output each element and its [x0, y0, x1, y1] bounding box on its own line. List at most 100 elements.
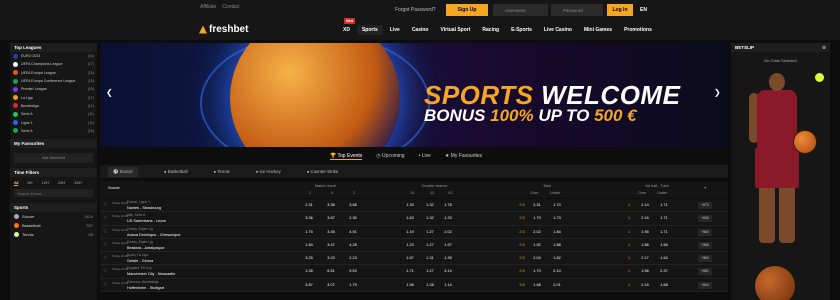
language-select[interactable]: EN: [640, 7, 647, 13]
odds-button[interactable]: 1.67: [403, 256, 417, 260]
odds-button[interactable]: 2.23: [346, 256, 360, 260]
odds-button[interactable]: 1.23: [403, 243, 417, 247]
sport-item-tennis[interactable]: Tennis 68: [10, 230, 97, 239]
odds-button[interactable]: 9.53: [346, 269, 360, 273]
odds-button[interactable]: 1.33: [441, 216, 455, 220]
nav-sports[interactable]: Sports: [356, 25, 383, 35]
odds-button[interactable]: 1.96: [403, 283, 417, 287]
login-button[interactable]: Log In: [607, 4, 633, 16]
match-row[interactable]: ☆ Today 21:00 Turkey, Super Lig Adana Demir…: [100, 225, 728, 239]
odds-button[interactable]: 3.47: [324, 243, 338, 247]
odds-button[interactable]: 3.14: [441, 269, 455, 273]
odds-button[interactable]: 2.17: [638, 256, 652, 260]
more-markets-button[interactable]: +670: [698, 202, 712, 209]
odds-button[interactable]: 2.30: [346, 216, 360, 220]
odds-button[interactable]: 1.32: [423, 216, 437, 220]
odds-button[interactable]: 3.58: [346, 203, 360, 207]
odds-button[interactable]: 1.88: [550, 243, 564, 247]
banner-next-icon[interactable]: ❯: [714, 88, 721, 97]
odds-button[interactable]: 2.02: [441, 230, 455, 234]
odds-button[interactable]: 1.56: [657, 243, 671, 247]
odds-button[interactable]: 2.31: [302, 203, 316, 207]
contact-link[interactable]: Contact: [222, 4, 239, 10]
odds-button[interactable]: 2.31: [530, 203, 544, 207]
odds-button[interactable]: 3.23: [324, 256, 338, 260]
league-item[interactable]: Serie A (16): [10, 127, 97, 135]
tab-upcoming[interactable]: ◷ Upcoming: [376, 153, 404, 160]
more-markets-button[interactable]: +604: [698, 281, 712, 289]
nav-mini-games[interactable]: Mini Games: [584, 27, 612, 33]
odds-button[interactable]: 2.04: [530, 256, 544, 260]
odds-button[interactable]: 1.79: [346, 283, 360, 287]
odds-button[interactable]: 2.16: [638, 283, 652, 287]
banner-prev-icon[interactable]: ❮: [106, 88, 113, 97]
odds-button[interactable]: 3.45: [324, 230, 338, 234]
league-item[interactable]: Ligue 1 (11): [10, 118, 97, 126]
odds-button[interactable]: 1.14: [441, 283, 455, 287]
odds-button[interactable]: 3.36: [324, 203, 338, 207]
match-row[interactable]: ☆ Today 21:00 England, FA Cup Manchester Ci…: [100, 265, 728, 279]
time-filter-6h[interactable]: 6H: [27, 180, 32, 186]
affiliate-link[interactable]: Affiliate: [200, 4, 216, 10]
odds-button[interactable]: 1.27: [423, 230, 437, 234]
odds-button[interactable]: 2.14: [638, 203, 652, 207]
league-item[interactable]: UEFA Europa League (15): [10, 69, 97, 77]
odds-button[interactable]: 1.95: [638, 230, 652, 234]
favourite-star-icon[interactable]: ☆: [103, 242, 107, 248]
settings-icon[interactable]: ⚙: [822, 45, 826, 51]
match-row[interactable]: ☆ Today 21:00 Italy, Serie A US Salernitana…: [100, 212, 728, 226]
match-row[interactable]: ☆ Today 21:00 France, Ligue 1 Nantes - Stra…: [100, 199, 728, 213]
nav-live[interactable]: Live: [390, 27, 400, 33]
odds-button[interactable]: 1.26: [423, 283, 437, 287]
odds-button[interactable]: 2.16: [638, 216, 652, 220]
odds-button[interactable]: 3.25: [302, 256, 316, 260]
odds-button[interactable]: 1.92: [530, 243, 544, 247]
tab-ice-hockey[interactable]: ● Ice Hockey: [256, 169, 281, 174]
time-filter-24h[interactable]: 24H: [58, 180, 65, 186]
odds-button[interactable]: 1.71: [403, 269, 417, 273]
odds-button[interactable]: 1.70: [530, 269, 544, 273]
favourite-star-icon[interactable]: ☆: [103, 215, 107, 221]
match-row[interactable]: ☆ Today 21:00 Germany, Bundesliga Hoffenhei…: [100, 278, 728, 293]
odds-button[interactable]: 2.02: [530, 230, 544, 234]
nav-virtual-sport[interactable]: Virtual Sport: [440, 27, 470, 33]
time-filter-48h[interactable]: 48H: [74, 180, 81, 186]
nav-promotions[interactable]: Promotions: [624, 27, 652, 33]
odds-button[interactable]: 1.70: [550, 203, 564, 207]
favourite-star-icon[interactable]: ☆: [103, 282, 107, 288]
tab-basketball[interactable]: ● Basketball: [164, 169, 188, 174]
odds-button[interactable]: 1.31: [423, 256, 437, 260]
odds-button[interactable]: 4.28: [346, 243, 360, 247]
odds-button[interactable]: 1.82: [550, 256, 564, 260]
odds-button[interactable]: 4.07: [324, 283, 338, 287]
tab-top-events[interactable]: 🏆 Top Events: [330, 153, 363, 160]
promo-banner[interactable]: SPORTS WELCOME BONUS 100% UP TO 500 € ❮ …: [100, 43, 728, 147]
username-input[interactable]: Username: [493, 4, 548, 16]
match-row[interactable]: ☆ Today 21:00 Spain, La Liga Getafe - Giron…: [100, 252, 728, 266]
odds-button[interactable]: 3.67: [324, 216, 338, 220]
odds-button[interactable]: 1.84: [302, 243, 316, 247]
tab-my-favourites[interactable]: ★ My Favourites: [445, 153, 482, 160]
odds-button[interactable]: 1.35: [441, 256, 455, 260]
odds-button[interactable]: 1.71: [657, 203, 671, 207]
odds-button[interactable]: 1.27: [423, 269, 437, 273]
league-item[interactable]: UEFA Europa Conference League (15): [10, 77, 97, 85]
tab-counter-strike[interactable]: ● Counter-Strike: [307, 169, 339, 174]
odds-button[interactable]: 2.01: [550, 283, 564, 287]
signup-button[interactable]: Sign Up: [446, 4, 488, 16]
odds-button[interactable]: 1.35: [302, 269, 316, 273]
more-markets-button[interactable]: +606: [698, 215, 712, 223]
league-item[interactable]: Bundesliga (12): [10, 102, 97, 110]
favourite-star-icon[interactable]: ☆: [103, 268, 107, 274]
odds-button[interactable]: 1.63: [403, 216, 417, 220]
nav-xd[interactable]: New XD: [343, 18, 356, 33]
tab-soccer[interactable]: ⚽ Soccer: [108, 166, 138, 177]
odds-button[interactable]: 1.78: [441, 203, 455, 207]
nav-casino[interactable]: Casino: [412, 27, 429, 33]
site-logo[interactable]: freshbet: [199, 24, 248, 35]
nav-racing[interactable]: Racing: [482, 27, 499, 33]
league-item[interactable]: Premier League (15): [10, 85, 97, 93]
more-markets-button[interactable]: +651: [698, 268, 712, 276]
odds-button[interactable]: 1.68: [530, 283, 544, 287]
add-icon[interactable]: +: [704, 186, 706, 190]
